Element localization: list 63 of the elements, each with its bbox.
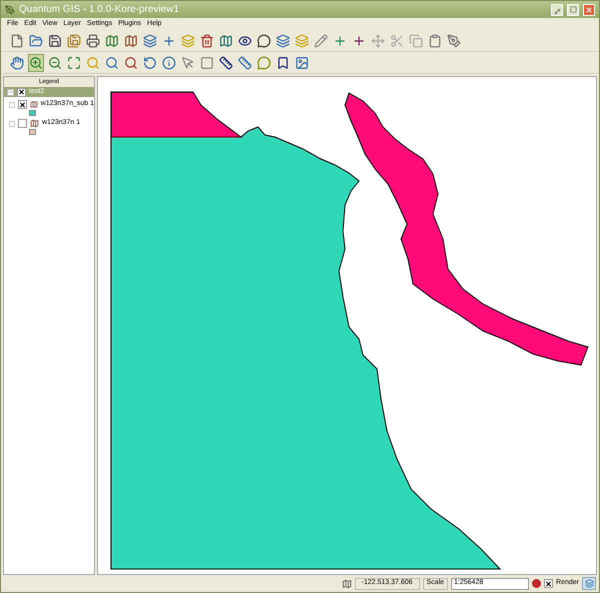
- zoom-in-icon: [29, 56, 43, 70]
- maximize-button[interactable]: [567, 4, 579, 16]
- printer-icon: [86, 34, 100, 48]
- plus-icon: [162, 34, 176, 48]
- pen-icon: [447, 34, 461, 48]
- toolbar-button[interactable]: [85, 32, 101, 50]
- minimize-button[interactable]: [551, 4, 563, 16]
- collapse-icon: [8, 89, 13, 95]
- search-icon: [86, 56, 100, 70]
- eye-icon: [238, 34, 252, 48]
- plus-icon: [333, 34, 347, 48]
- move-icon: [371, 34, 385, 48]
- file-icon: [10, 34, 24, 48]
- toolbar-button[interactable]: [199, 32, 215, 50]
- expand-toggle[interactable]: [7, 88, 14, 96]
- pointer-icon: [181, 56, 195, 70]
- layers-icon: [276, 34, 290, 48]
- hand-icon: [10, 56, 24, 70]
- copy-icon: [409, 34, 423, 48]
- checkbox[interactable]: [18, 100, 27, 109]
- plus-icon: [352, 34, 366, 48]
- projection-button[interactable]: [582, 577, 596, 590]
- checkbox[interactable]: [18, 119, 27, 128]
- app-icon: [5, 4, 15, 14]
- layers-icon: [584, 579, 594, 588]
- clipboard-icon: [428, 34, 442, 48]
- map-icon: [105, 34, 119, 48]
- refresh-icon: [143, 56, 157, 70]
- zoom-out-icon: [48, 56, 62, 70]
- layers-icon: [143, 34, 157, 48]
- window-title: Quantum GIS - 1.0.0-Kore-preview1: [19, 3, 180, 17]
- expand-toggle[interactable]: [9, 102, 15, 108]
- info-icon: [162, 56, 176, 70]
- expand-toggle[interactable]: [9, 120, 15, 126]
- image-icon: [295, 56, 309, 70]
- bookmark-icon: [276, 56, 290, 70]
- layers-icon: [295, 34, 309, 48]
- save-icon: [67, 34, 81, 48]
- ruler-icon: [238, 56, 252, 70]
- layers-icon: [181, 34, 195, 48]
- folder-icon: [29, 34, 43, 48]
- ruler-icon: [219, 56, 233, 70]
- layer-icon: [30, 100, 38, 109]
- square-icon: [200, 56, 214, 70]
- close-button[interactable]: [583, 4, 595, 16]
- search-icon: [105, 56, 119, 70]
- checkbox[interactable]: [17, 88, 26, 96]
- toolbar-button[interactable]: [256, 32, 272, 50]
- scissors-icon: [390, 34, 404, 48]
- speech-bubble-icon: [257, 34, 271, 48]
- maximize-icon: [570, 6, 576, 13]
- save-icon: [48, 34, 62, 48]
- search-icon: [124, 56, 138, 70]
- layer-icon: [30, 119, 39, 128]
- map-icon: [219, 34, 233, 48]
- speech-bubble-icon: [257, 56, 271, 70]
- toolbar-button[interactable]: [9, 32, 25, 50]
- close-icon: [585, 6, 593, 14]
- map-icon: [124, 34, 138, 48]
- checkbox[interactable]: [544, 579, 554, 588]
- toolbar-button[interactable]: [218, 54, 234, 72]
- minimize-icon: [554, 8, 560, 14]
- pencil-icon: [314, 34, 328, 48]
